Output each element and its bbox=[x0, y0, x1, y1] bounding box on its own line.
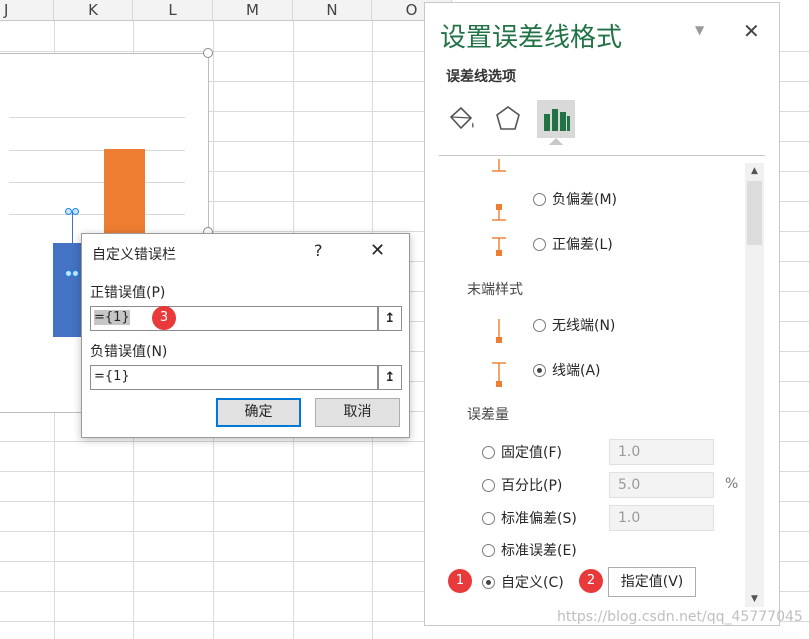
custom-radio[interactable] bbox=[482, 576, 495, 589]
dialog-title: 自定义错误栏 bbox=[92, 247, 176, 263]
collapse-dialog-button[interactable]: ↥ bbox=[378, 365, 402, 390]
dialog-close-button[interactable]: ✕ bbox=[370, 240, 385, 261]
scroll-down-icon[interactable]: ▼ bbox=[745, 591, 764, 607]
chart-gridline bbox=[9, 117, 185, 118]
column-header-n[interactable]: N bbox=[293, 0, 372, 21]
error-bar-options-tab[interactable] bbox=[537, 100, 575, 138]
bar-chart-icon bbox=[544, 109, 570, 131]
end-style-label: 末端样式 bbox=[467, 282, 523, 298]
cap-label[interactable]: 线端(A) bbox=[552, 360, 601, 380]
cap-icon bbox=[492, 362, 506, 387]
fill-line-tab[interactable] bbox=[443, 100, 481, 138]
effects-tab[interactable] bbox=[489, 100, 527, 138]
step-badge-3: 3 bbox=[152, 306, 176, 330]
positive-error-label: 正错误值(P) bbox=[90, 285, 166, 301]
scroll-up-icon[interactable]: ▲ bbox=[745, 163, 764, 179]
paint-bucket-icon bbox=[449, 106, 474, 130]
step-badge-1: 1 bbox=[448, 569, 472, 593]
watermark: https://blog.csdn.net/qq_45777045 bbox=[557, 609, 803, 625]
percentage-label[interactable]: 百分比(P) bbox=[501, 475, 562, 495]
pentagon-icon bbox=[496, 106, 520, 130]
error-bar-handle[interactable] bbox=[65, 208, 72, 215]
no-cap-icon bbox=[496, 319, 502, 343]
fixed-value-radio[interactable] bbox=[482, 446, 495, 459]
std-dev-input[interactable]: 1.0 bbox=[609, 505, 714, 531]
error-amount-label: 误差量 bbox=[467, 407, 509, 423]
negative-error-input[interactable]: ={1} bbox=[90, 365, 378, 390]
step-badge-2: 2 bbox=[579, 569, 603, 593]
plus-label[interactable]: 正偏差(L) bbox=[552, 234, 613, 254]
pane-divider bbox=[439, 155, 765, 156]
collapse-dialog-button[interactable]: ↥ bbox=[378, 306, 402, 331]
pane-menu-icon[interactable]: ▼ bbox=[695, 23, 704, 37]
std-error-radio[interactable] bbox=[482, 544, 495, 557]
fixed-value-label[interactable]: 固定值(F) bbox=[501, 442, 562, 462]
error-bar-line[interactable] bbox=[72, 212, 73, 274]
column-header-j[interactable]: J bbox=[0, 0, 54, 21]
cap-radio[interactable] bbox=[533, 364, 546, 377]
pane-title: 设置误差线格式 bbox=[440, 23, 623, 53]
custom-error-bars-dialog: 自定义错误栏 ? ✕ 正错误值(P) ={1} ↥ 负错误值(N) ={1} ↥… bbox=[81, 233, 410, 438]
column-header-l[interactable]: L bbox=[133, 0, 213, 21]
ok-button[interactable]: 确定 bbox=[216, 398, 301, 427]
plus-radio[interactable] bbox=[533, 238, 546, 251]
minus-label[interactable]: 负偏差(M) bbox=[552, 189, 617, 209]
percent-unit: % bbox=[725, 476, 739, 492]
cancel-button[interactable]: 取消 bbox=[315, 398, 400, 427]
minus-direction-icon bbox=[492, 204, 506, 221]
fixed-value-input[interactable]: 1.0 bbox=[609, 439, 714, 465]
std-dev-radio[interactable] bbox=[482, 512, 495, 525]
std-error-label[interactable]: 标准误差(E) bbox=[501, 540, 577, 560]
pane-subtitle: 误差线选项 bbox=[446, 69, 516, 85]
column-header-k[interactable]: K bbox=[54, 0, 133, 21]
negative-error-value: ={1} bbox=[94, 369, 130, 384]
chart-gridline bbox=[9, 150, 185, 151]
scroll-thumb[interactable] bbox=[747, 181, 762, 245]
std-dev-label[interactable]: 标准偏差(S) bbox=[501, 508, 577, 528]
pane-close-button[interactable]: ✕ bbox=[743, 19, 760, 43]
percentage-input[interactable]: 5.0 bbox=[609, 472, 714, 498]
plus-direction-icon bbox=[492, 237, 506, 256]
cap-style-icon bbox=[492, 159, 506, 172]
error-bar-handle[interactable] bbox=[65, 270, 72, 277]
chart-gridline bbox=[9, 182, 185, 183]
chart-resize-handle[interactable] bbox=[203, 48, 213, 58]
format-error-bars-pane: 设置误差线格式 ▼ ✕ 误差线选项 负偏差(M) 正偏差(L) 末端样式 无线端… bbox=[424, 2, 780, 626]
no-cap-label[interactable]: 无线端(N) bbox=[552, 315, 615, 335]
custom-label[interactable]: 自定义(C) bbox=[501, 572, 564, 592]
percentage-radio[interactable] bbox=[482, 479, 495, 492]
chart-gridline bbox=[9, 214, 185, 215]
no-cap-radio[interactable] bbox=[533, 319, 546, 332]
error-bar-handle[interactable] bbox=[72, 270, 79, 277]
error-bar-handle[interactable] bbox=[72, 208, 79, 215]
negative-error-label: 负错误值(N) bbox=[90, 344, 168, 360]
positive-error-value: ={1} bbox=[94, 310, 130, 325]
positive-error-input[interactable]: ={1} bbox=[90, 306, 378, 331]
minus-radio[interactable] bbox=[533, 193, 546, 206]
specify-value-button[interactable]: 指定值(V) bbox=[608, 567, 696, 597]
column-header-m[interactable]: M bbox=[213, 0, 293, 21]
pane-scrollbar[interactable]: ▲ ▼ bbox=[745, 163, 764, 607]
help-button[interactable]: ? bbox=[314, 241, 323, 260]
tab-pointer bbox=[549, 138, 563, 145]
